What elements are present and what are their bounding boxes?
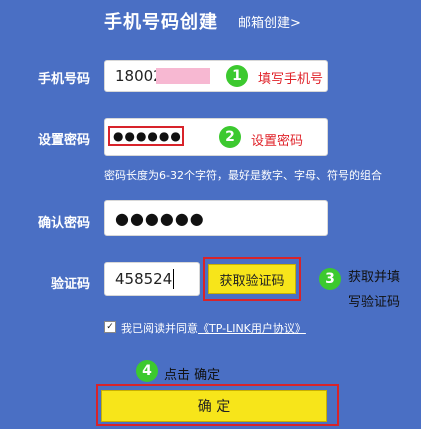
step3-badge: 3 <box>319 268 341 290</box>
step4-badge: 4 <box>136 360 158 382</box>
step2-note: 设置密码 <box>247 128 308 151</box>
confirm-value: ●●●●●● <box>115 208 205 228</box>
captcha-value: 458524 <box>115 270 173 288</box>
step4-note: 点击 确定 <box>164 368 221 383</box>
password-highlight: ●●●●●● <box>108 126 184 146</box>
step1-badge: 1 <box>226 65 248 87</box>
password-value: ●●●●●● <box>113 129 182 143</box>
user-agreement-link[interactable]: 《TP-LINK用户协议》 <box>198 322 306 335</box>
captcha-input[interactable]: 458524 <box>104 262 200 296</box>
agree-prefix: 我已阅读并同意 <box>121 322 198 335</box>
step3-note-line1: 获取并填 <box>348 270 401 285</box>
phone-label: 手机号码 <box>37 72 90 87</box>
captcha-label: 验证码 <box>50 277 90 292</box>
text-cursor <box>173 269 175 289</box>
agree-checkbox[interactable]: ✓ <box>104 321 116 333</box>
submit-button[interactable]: 确 定 <box>101 390 327 422</box>
step3-note-line2: 写验证码 <box>348 295 401 310</box>
step2-badge: 2 <box>219 126 241 148</box>
password-label: 设置密码 <box>37 133 90 148</box>
phone-redaction <box>156 68 210 84</box>
agree-text: 我已阅读并同意《TP-LINK用户协议》 <box>121 320 306 336</box>
step1-note: 填写手机号 <box>254 66 328 89</box>
page-title: 手机号码创建 <box>104 12 218 33</box>
confirm-input[interactable]: ●●●●●● <box>104 200 328 236</box>
password-hint: 密码长度为6-32个字符，最好是数字、字母、符号的组合 <box>104 169 382 182</box>
email-create-link[interactable]: 邮箱创建> <box>238 12 301 31</box>
confirm-label: 确认密码 <box>37 216 90 231</box>
get-captcha-button[interactable]: 获取验证码 <box>208 264 296 294</box>
